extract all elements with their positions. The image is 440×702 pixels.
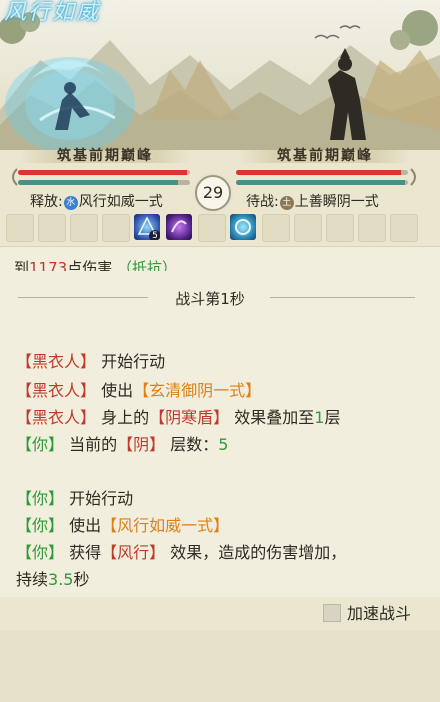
buff-slot-empty [198, 214, 226, 242]
player-realm-plate: 筑基前期巅峰 [20, 146, 190, 166]
log-text: 身上的 [101, 408, 150, 427]
log-actor: 【你】 [16, 543, 65, 562]
log-text: 使出 [69, 516, 102, 535]
enemy-mp-bar [236, 180, 408, 185]
player-mp-bar [18, 180, 190, 185]
log-text: 层 [324, 408, 341, 427]
damage-number: 1173 [29, 259, 68, 271]
log-actor: 【你】 [16, 435, 65, 454]
log-text: 层数： [170, 435, 219, 454]
log-actor: 【你】 [16, 489, 65, 508]
divider [270, 297, 415, 298]
player-action-prefix: 释放: [30, 194, 63, 210]
enemy-hp-bar [236, 170, 408, 175]
round-counter: 29 [195, 175, 231, 211]
log-line: 【黑衣人】 开始行动 [16, 348, 165, 372]
log-actor: 【黑衣人】 [16, 408, 97, 427]
enemy-realm-plate: 筑基前期巅峰 [240, 146, 410, 166]
resist-tag: （抵抗） [117, 259, 178, 271]
log-text: 获得 [69, 543, 102, 562]
buff-slot-empty [262, 214, 290, 242]
speed-up-label: 加速战斗 [347, 604, 412, 623]
bar-end-ornament-icon [12, 168, 18, 186]
player-skill-name: 风行如威一式 [78, 194, 163, 210]
enemy-action: 待战: 土上善瞬阴一式 [246, 191, 379, 211]
player-action: 释放: 水风行如威一式 [30, 191, 163, 211]
log-actor: 【黑衣人】 [16, 381, 97, 400]
buff-slot-empty [358, 214, 386, 242]
buff-slot-empty [70, 214, 98, 242]
log-actor: 【黑衣人】 [16, 352, 97, 371]
log-effect: 【风行】 [101, 543, 166, 562]
speed-up-toggle[interactable]: 加速战斗 [323, 600, 411, 624]
log-text: 当前的 [69, 435, 118, 454]
log-effect: 【阴寒盾】 [149, 408, 230, 427]
buff-slot-empty [390, 214, 418, 242]
enemy-mp-fill [236, 180, 405, 185]
log-line: 【黑衣人】 身上的【阴寒盾】 效果叠加至1层 [16, 404, 340, 428]
player-hp-fill [18, 170, 187, 175]
speed-up-checkbox[interactable] [323, 604, 341, 622]
log-text: 持续 [16, 570, 49, 589]
log-text: 到 [14, 259, 30, 271]
skill-banner-text: 风行如威 [4, 0, 101, 25]
log-text: 秒 [73, 570, 90, 589]
player-mp-fill [18, 180, 178, 185]
log-effect: 【阴】 [117, 435, 166, 454]
log-actor: 【你】 [16, 516, 65, 535]
buff-slot-empty [326, 214, 354, 242]
footer [0, 630, 440, 702]
buff-slot-empty [38, 214, 66, 242]
buff-slot-empty [294, 214, 322, 242]
log-number: 5 [218, 435, 229, 454]
log-line: 【你】 开始行动 [16, 485, 133, 509]
log-number: 3.5 [48, 570, 74, 589]
buff-slot-empty [6, 214, 34, 242]
earth-element-icon: 土 [279, 196, 294, 210]
bar-end-ornament-icon [410, 168, 416, 186]
log-text: 点伤害 [67, 259, 113, 271]
log-line: 【黑衣人】 使出【玄清御阴一式】 [16, 377, 261, 401]
buff-slot-empty [102, 214, 130, 242]
log-line: 【你】 当前的【阴】 层数：5 [16, 431, 228, 455]
log-section-title: 战斗第1秒 [175, 290, 245, 308]
water-element-icon: 水 [63, 196, 78, 210]
log-text: 效果叠加至 [234, 408, 315, 427]
enemy-hp-fill [236, 170, 402, 175]
log-skill: 【风行如威一式】 [101, 516, 230, 535]
enemy-action-prefix: 待战: [246, 194, 279, 210]
log-skill: 【玄清御阴一式】 [133, 381, 262, 400]
log-text: 使出 [101, 381, 134, 400]
log-line: 持续3.5秒 [16, 566, 89, 590]
divider [18, 297, 148, 298]
log-text: 效果，造成的伤害增加， [170, 543, 347, 562]
log-line: 【你】 使出【风行如威一式】 [16, 512, 229, 536]
shield-buff-icon[interactable] [230, 214, 256, 240]
log-text: 开始行动 [69, 489, 134, 508]
log-previous-line: 到1173点伤害 （抵抗） [14, 255, 177, 271]
wind-buff-icon[interactable]: 5 [134, 214, 160, 240]
log-number: 1 [314, 408, 325, 427]
yin-buff-icon[interactable] [166, 214, 192, 240]
buff-stack-count: 5 [149, 230, 160, 240]
player-hp-bar [18, 170, 190, 175]
battle-scene: 风行如威 [0, 0, 440, 150]
enemy-skill-name: 上善瞬阴一式 [294, 194, 379, 210]
log-line: 【你】 获得【风行】 效果，造成的伤害增加， [16, 539, 346, 563]
log-text: 开始行动 [101, 352, 166, 371]
